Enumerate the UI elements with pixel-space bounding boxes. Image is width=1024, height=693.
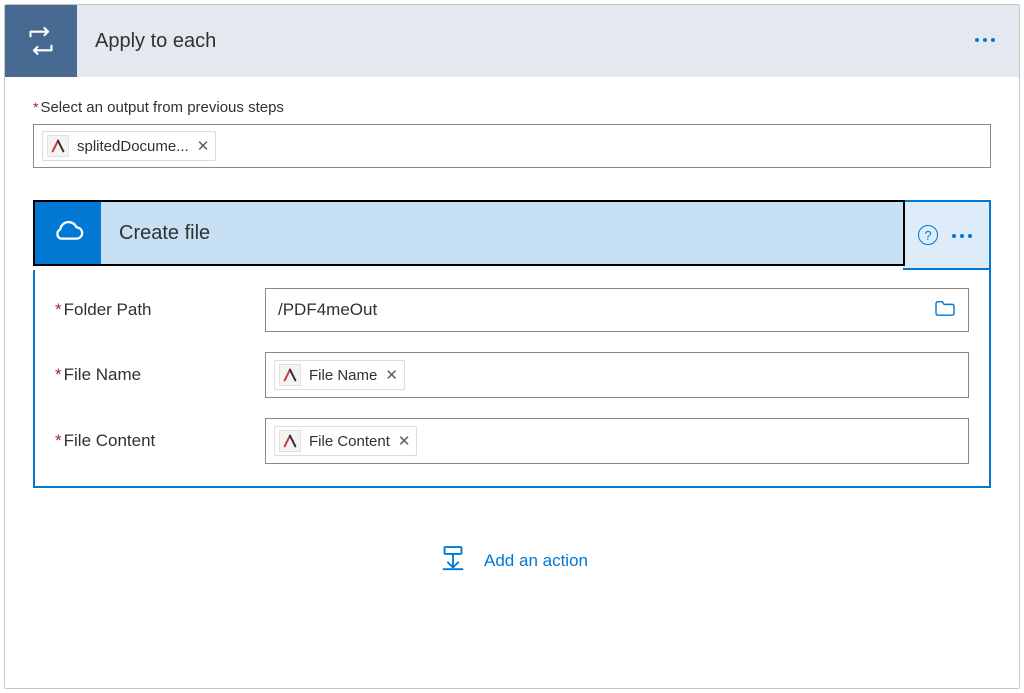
card-menu-button[interactable] bbox=[973, 31, 997, 47]
help-icon[interactable]: ? bbox=[918, 225, 938, 245]
file-content-input[interactable]: File Content ✕ bbox=[265, 418, 969, 464]
loop-icon bbox=[5, 5, 77, 77]
insert-step-icon bbox=[436, 542, 470, 579]
apply-to-each-card: Apply to each *Select an output from pre… bbox=[4, 4, 1020, 689]
remove-token-icon[interactable]: ✕ bbox=[398, 432, 411, 450]
file-name-input[interactable]: File Name ✕ bbox=[265, 352, 969, 398]
file-content-label: *File Content bbox=[55, 431, 265, 451]
create-file-card: Create file ? *Folder Path bbox=[33, 200, 991, 488]
inner-card-title: Create file bbox=[101, 222, 210, 245]
output-token[interactable]: splitedDocume... ✕ bbox=[42, 131, 216, 161]
output-field-label: *Select an output from previous steps bbox=[33, 99, 991, 116]
inner-card-body: *Folder Path /PDF4meOut bbox=[35, 270, 989, 486]
file-name-label: *File Name bbox=[55, 365, 265, 385]
file-content-row: *File Content bbox=[55, 418, 969, 464]
card-body: *Select an output from previous steps sp… bbox=[5, 77, 1019, 603]
api-key-icon bbox=[279, 364, 301, 386]
output-token-text: splitedDocume... bbox=[77, 138, 189, 155]
output-token-input[interactable]: splitedDocume... ✕ bbox=[33, 124, 991, 168]
card-title: Apply to each bbox=[77, 30, 216, 53]
cloud-icon bbox=[35, 202, 101, 264]
folder-path-row: *Folder Path /PDF4meOut bbox=[55, 288, 969, 332]
add-action-button[interactable]: Add an action bbox=[33, 542, 991, 579]
file-name-row: *File Name bbox=[55, 352, 969, 398]
folder-path-label: *Folder Path bbox=[55, 300, 265, 320]
folder-path-input[interactable]: /PDF4meOut bbox=[265, 288, 969, 332]
file-content-token-text: File Content bbox=[309, 433, 390, 450]
file-content-token[interactable]: File Content ✕ bbox=[274, 426, 417, 456]
remove-token-icon[interactable]: ✕ bbox=[197, 137, 210, 155]
inner-card-menu-button[interactable] bbox=[950, 227, 974, 243]
remove-token-icon[interactable]: ✕ bbox=[385, 366, 398, 384]
file-name-token[interactable]: File Name ✕ bbox=[274, 360, 405, 390]
card-header: Apply to each bbox=[5, 5, 1019, 77]
api-key-icon bbox=[279, 430, 301, 452]
add-action-label: Add an action bbox=[484, 551, 588, 571]
inner-card-header[interactable]: Create file bbox=[33, 200, 905, 266]
api-key-icon bbox=[47, 135, 69, 157]
folder-picker-icon[interactable] bbox=[934, 299, 956, 322]
file-name-token-text: File Name bbox=[309, 367, 377, 384]
inner-card-header-extras: ? bbox=[903, 200, 991, 270]
